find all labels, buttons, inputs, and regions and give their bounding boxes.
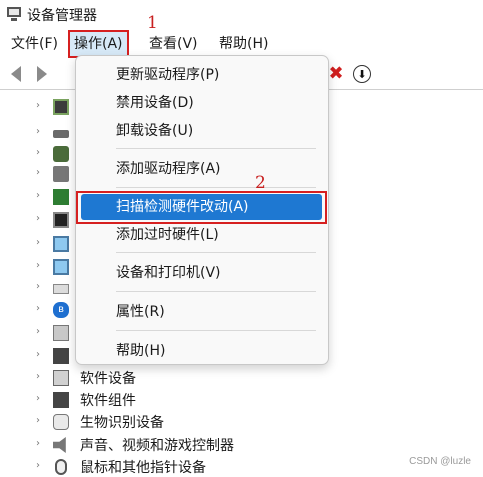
menu-item-add-legacy-hardware[interactable]: 添加过时硬件(L)	[76, 222, 328, 248]
tree-node-biometric[interactable]: › 生物识别设备	[0, 411, 483, 433]
chevron-right-icon[interactable]: ›	[36, 303, 40, 314]
device-manager-icon	[6, 6, 22, 22]
chevron-right-icon[interactable]: ›	[36, 460, 40, 471]
chevron-right-icon[interactable]: ›	[36, 438, 40, 449]
tree-node-label: 软件设备	[80, 371, 136, 387]
chevron-right-icon[interactable]: ›	[36, 281, 40, 292]
chevron-right-icon[interactable]: ›	[36, 393, 40, 404]
chevron-right-icon[interactable]: ›	[36, 167, 40, 178]
tree-node-label: 鼠标和其他指针设备	[80, 460, 206, 476]
chevron-right-icon[interactable]: ›	[36, 237, 40, 248]
chevron-right-icon[interactable]: ›	[36, 260, 40, 271]
disk-drive-icon	[53, 130, 69, 138]
chevron-right-icon[interactable]: ›	[36, 349, 40, 360]
uninstall-button[interactable]: ✖	[326, 64, 346, 84]
annotation-step-2: 2	[255, 173, 266, 193]
menu-separator	[116, 252, 316, 253]
speaker-icon	[53, 437, 66, 453]
menu-help[interactable]: 帮助(H)	[215, 30, 272, 58]
computer-icon	[53, 236, 69, 252]
chevron-right-icon[interactable]: ›	[36, 100, 40, 111]
tree-node-label: 声音、视频和游戏控制器	[80, 438, 234, 454]
menu-item-add-drivers[interactable]: 添加驱动程序(A)	[76, 156, 328, 182]
menu-item-uninstall-device[interactable]: 卸载设备(U)	[76, 118, 328, 144]
menu-action[interactable]: 操作(A)	[68, 30, 129, 58]
chevron-right-icon[interactable]: ›	[36, 190, 40, 201]
menu-separator	[116, 187, 316, 188]
software-component-icon	[53, 392, 69, 408]
down-arrow-circle-icon: ⬇	[353, 65, 371, 83]
window-title: 设备管理器	[27, 8, 97, 24]
chevron-right-icon[interactable]: ›	[36, 213, 40, 224]
processor-icon	[53, 99, 69, 115]
title-bar: 设备管理器	[0, 0, 483, 30]
red-x-icon: ✖	[328, 63, 344, 84]
menu-separator	[116, 148, 316, 149]
chevron-right-icon[interactable]: ›	[36, 147, 40, 158]
software-device-icon	[53, 370, 69, 386]
menu-bar: 文件(F) 操作(A) 查看(V) 帮助(H)	[0, 30, 483, 58]
arrow-right-icon	[37, 66, 47, 82]
firmware-icon	[53, 212, 69, 228]
chevron-right-icon[interactable]: ›	[36, 371, 40, 382]
monitor-icon	[53, 259, 69, 275]
annotation-highlight-box	[76, 191, 327, 224]
annotation-step-1: 1	[147, 13, 158, 33]
menu-item-properties[interactable]: 属性(R)	[76, 299, 328, 325]
tree-node-software-devices[interactable]: › 软件设备	[0, 367, 483, 389]
menu-separator	[116, 291, 316, 292]
device-icon	[53, 325, 69, 341]
forward-button[interactable]	[32, 64, 52, 84]
menu-file[interactable]: 文件(F)	[7, 30, 62, 58]
keyboard-icon	[53, 284, 69, 294]
tree-node-label: 软件组件	[80, 393, 136, 409]
camera-icon	[53, 146, 69, 162]
bluetooth-icon: ʙ	[53, 302, 69, 318]
watermark: CSDN @luzle	[409, 456, 471, 467]
fingerprint-icon	[53, 414, 69, 430]
chevron-right-icon[interactable]: ›	[36, 126, 40, 137]
menu-view[interactable]: 查看(V)	[145, 30, 202, 58]
menu-item-help[interactable]: 帮助(H)	[76, 338, 328, 364]
arrow-left-icon	[11, 66, 21, 82]
menu-item-devices-and-printers[interactable]: 设备和打印机(V)	[76, 260, 328, 286]
update-driver-button[interactable]: ⬇	[352, 64, 372, 84]
tree-node-label: 生物识别设备	[80, 415, 164, 431]
network-adapter-icon	[53, 189, 69, 205]
chevron-right-icon[interactable]: ›	[36, 415, 40, 426]
back-button[interactable]	[6, 64, 26, 84]
tree-node-audio[interactable]: › 声音、视频和游戏控制器	[0, 434, 483, 456]
tree-node-software-components[interactable]: › 软件组件	[0, 389, 483, 411]
system-devices-icon	[53, 348, 69, 364]
chevron-right-icon[interactable]: ›	[36, 326, 40, 337]
menu-item-update-driver[interactable]: 更新驱动程序(P)	[76, 62, 328, 88]
menu-item-disable-device[interactable]: 禁用设备(D)	[76, 90, 328, 116]
menu-separator	[116, 330, 316, 331]
print-queue-icon	[53, 166, 69, 182]
mouse-icon	[55, 459, 67, 475]
